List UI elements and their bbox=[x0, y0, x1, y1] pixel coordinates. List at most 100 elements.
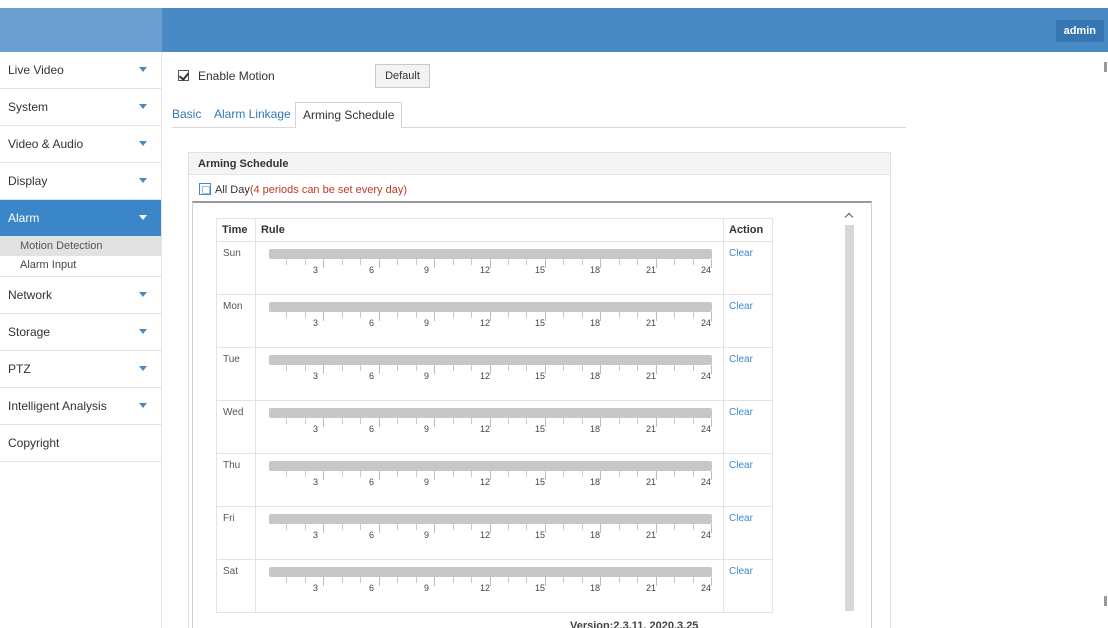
scale-tick bbox=[396, 471, 398, 477]
scale-tick bbox=[470, 312, 472, 318]
scale-tick bbox=[525, 471, 527, 477]
default-button[interactable]: Default bbox=[375, 64, 430, 88]
tab-basic[interactable]: Basic bbox=[172, 102, 201, 128]
scale-tick-label: 3 bbox=[312, 477, 318, 487]
tab-arming-schedule[interactable]: Arming Schedule bbox=[295, 102, 403, 129]
clear-link[interactable]: Clear bbox=[729, 301, 753, 312]
scale-tick bbox=[396, 259, 398, 265]
header-logo-area bbox=[0, 8, 162, 52]
scale-tick bbox=[507, 418, 509, 424]
time-scale: 3 6 9 12 15 18 21 24 bbox=[269, 312, 712, 330]
scale-tick-label: 3 bbox=[312, 318, 318, 328]
day-label: Sat bbox=[216, 559, 256, 613]
scale-tick bbox=[359, 471, 361, 477]
scale-tick bbox=[692, 471, 694, 477]
sidebar-item-display[interactable]: Display bbox=[0, 163, 161, 200]
time-slider-bar[interactable] bbox=[268, 249, 712, 259]
clear-link[interactable]: Clear bbox=[729, 566, 753, 577]
scale-tick bbox=[655, 418, 657, 427]
chevron-down-icon bbox=[139, 104, 147, 109]
scale-tick bbox=[544, 524, 546, 533]
arming-schedule-panel: Arming Schedule All Day(4 periods can be… bbox=[188, 152, 891, 628]
scale-tick bbox=[636, 418, 638, 424]
scale-tick bbox=[359, 312, 361, 318]
scroll-up-icon[interactable] bbox=[844, 209, 855, 221]
scale-tick bbox=[618, 577, 620, 583]
scale-tick-label: 24 bbox=[700, 530, 711, 540]
chevron-down-icon bbox=[139, 292, 147, 297]
action-cell: Clear bbox=[723, 506, 773, 560]
scale-tick-label: 9 bbox=[423, 371, 429, 381]
scale-tick bbox=[581, 524, 583, 530]
clear-link[interactable]: Clear bbox=[729, 407, 753, 418]
scale-tick bbox=[599, 259, 601, 268]
sidebar-item-system[interactable]: System bbox=[0, 89, 161, 126]
sidebar-item-ptz[interactable]: PTZ bbox=[0, 351, 161, 388]
chevron-down-icon bbox=[139, 329, 147, 334]
time-slider-bar[interactable] bbox=[268, 302, 712, 312]
schedule-row: Tue 3 6 9 12 15 18 21 24 Clear bbox=[216, 347, 773, 401]
time-slider-bar[interactable] bbox=[268, 514, 712, 524]
sidebar-item-alarm[interactable]: Alarm bbox=[0, 200, 161, 237]
scale-tick bbox=[525, 524, 527, 530]
scale-tick bbox=[378, 418, 380, 427]
scale-tick bbox=[562, 259, 564, 265]
top-header: admin bbox=[0, 0, 1108, 52]
scale-tick bbox=[433, 471, 435, 480]
schedule-row: Mon 3 6 9 12 15 18 21 24 Clear bbox=[216, 294, 773, 348]
clear-link[interactable]: Clear bbox=[729, 460, 753, 471]
scale-tick bbox=[544, 577, 546, 586]
scale-tick-label: 15 bbox=[534, 424, 545, 434]
clear-link[interactable]: Clear bbox=[729, 513, 753, 524]
scale-tick-label: 6 bbox=[368, 477, 374, 487]
scale-tick-label: 9 bbox=[423, 265, 429, 275]
scale-tick bbox=[636, 577, 638, 583]
sidebar-item-network[interactable]: Network bbox=[0, 277, 161, 314]
sidebar-item-label: Alarm bbox=[8, 211, 40, 225]
sidebar-subitem-motion-detection[interactable]: Motion Detection bbox=[0, 237, 161, 256]
schedule-scrollbar[interactable] bbox=[845, 225, 854, 611]
scale-tick-label: 15 bbox=[534, 477, 545, 487]
scale-tick bbox=[581, 471, 583, 477]
scale-tick bbox=[470, 418, 472, 424]
scale-tick-label: 15 bbox=[534, 583, 545, 593]
all-day-checkbox[interactable] bbox=[199, 183, 211, 195]
page-scrollbar-down[interactable] bbox=[1104, 596, 1107, 606]
scale-tick bbox=[304, 577, 306, 583]
clear-link[interactable]: Clear bbox=[729, 354, 753, 365]
clear-link[interactable]: Clear bbox=[729, 248, 753, 259]
scale-tick bbox=[507, 365, 509, 371]
scale-tick bbox=[581, 312, 583, 318]
scale-tick-label: 9 bbox=[423, 477, 429, 487]
sidebar-item-live-video[interactable]: Live Video bbox=[0, 52, 161, 89]
alarm-submenu: Motion Detection Alarm Input bbox=[0, 237, 161, 277]
scale-tick bbox=[692, 312, 694, 318]
enable-motion-label: Enable Motion bbox=[198, 69, 275, 83]
user-menu-button[interactable]: admin bbox=[1055, 20, 1104, 42]
enable-motion-row: Enable Motion bbox=[178, 64, 275, 88]
sidebar-subitem-alarm-input[interactable]: Alarm Input bbox=[0, 256, 161, 275]
sidebar-item-intelligent-analysis[interactable]: Intelligent Analysis bbox=[0, 388, 161, 425]
day-label: Fri bbox=[216, 506, 256, 560]
enable-motion-checkbox[interactable] bbox=[178, 70, 189, 81]
scale-tick bbox=[655, 471, 657, 480]
scale-tick bbox=[581, 418, 583, 424]
page-scrollbar-up[interactable] bbox=[1104, 62, 1107, 72]
sidebar-item-video-audio[interactable]: Video & Audio bbox=[0, 126, 161, 163]
sidebar-item-label: Storage bbox=[8, 325, 51, 339]
scale-tick bbox=[304, 312, 306, 318]
scale-tick bbox=[378, 471, 380, 480]
time-slider-bar[interactable] bbox=[268, 408, 712, 418]
rule-cell: 3 6 9 12 15 18 21 24 bbox=[254, 294, 725, 348]
scale-tick bbox=[562, 524, 564, 530]
sidebar-item-copyright[interactable]: Copyright bbox=[0, 425, 161, 462]
time-slider-bar[interactable] bbox=[268, 355, 712, 365]
scale-tick bbox=[396, 312, 398, 318]
scale-tick bbox=[470, 577, 472, 583]
tab-alarm-linkage[interactable]: Alarm Linkage bbox=[214, 102, 291, 128]
rule-cell: 3 6 9 12 15 18 21 24 bbox=[254, 453, 725, 507]
sidebar-item-storage[interactable]: Storage bbox=[0, 314, 161, 351]
scale-tick bbox=[673, 365, 675, 371]
time-slider-bar[interactable] bbox=[268, 567, 712, 577]
time-slider-bar[interactable] bbox=[268, 461, 712, 471]
